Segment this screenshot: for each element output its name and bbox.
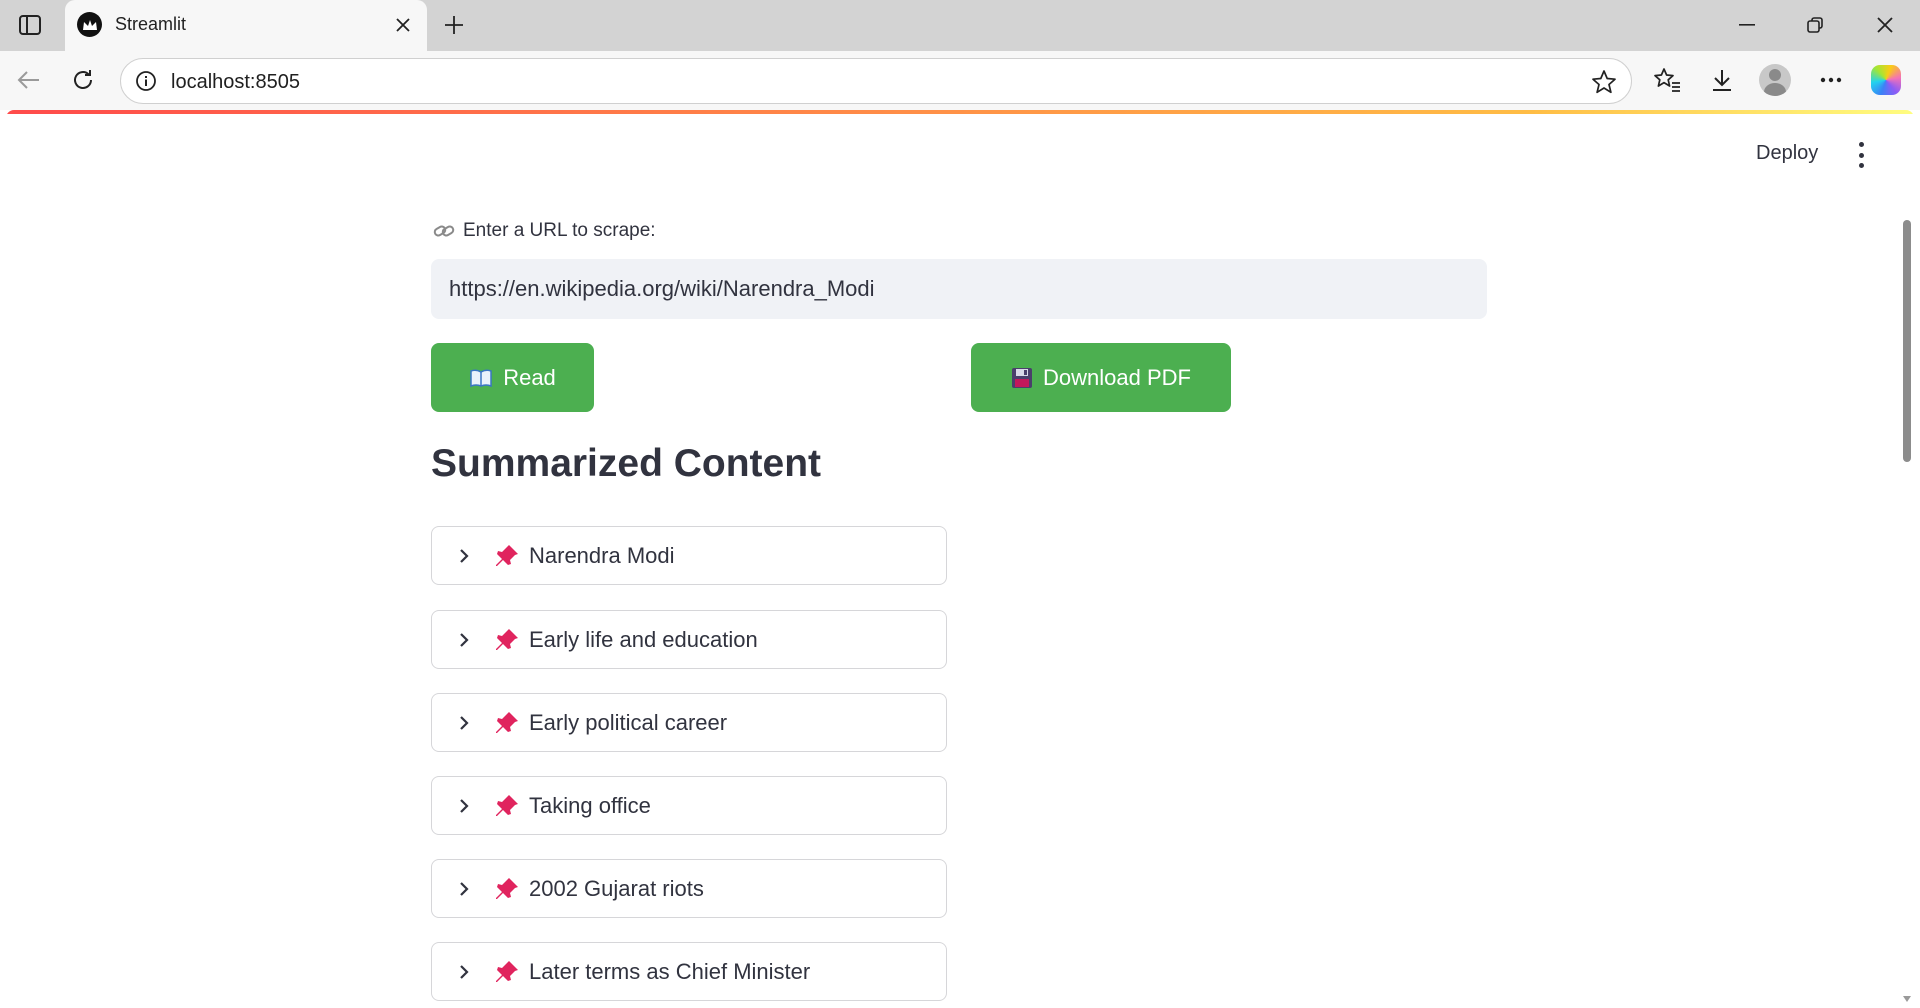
- favorite-star-icon[interactable]: [1591, 69, 1617, 95]
- copilot-logo: [1871, 65, 1901, 95]
- read-button[interactable]: Read: [431, 343, 594, 412]
- pushpin-icon: [496, 712, 518, 733]
- streamlit-crown-icon: [77, 12, 102, 37]
- avatar: [1759, 64, 1791, 96]
- restore-icon[interactable]: [1798, 10, 1832, 40]
- expander-item[interactable]: 2002 Gujarat riots: [431, 859, 947, 918]
- browser-toolbar: localhost:8505: [0, 51, 1920, 110]
- favorites-list-icon[interactable]: [1650, 63, 1684, 97]
- expander-item[interactable]: Early political career: [431, 693, 947, 752]
- close-icon[interactable]: [391, 13, 415, 37]
- header-shadow: [426, 200, 1496, 210]
- more-options-icon[interactable]: [1814, 63, 1848, 97]
- pushpin-icon: [496, 629, 518, 650]
- tab-sidebar-icon[interactable]: [17, 12, 43, 38]
- expander-label: Narendra Modi: [529, 543, 675, 568]
- url-label-text: Enter a URL to scrape:: [463, 220, 656, 241]
- page-scrollbar[interactable]: [1900, 220, 1914, 1004]
- browser-tab[interactable]: Streamlit: [65, 0, 427, 51]
- expander-label: Early life and education: [529, 627, 758, 652]
- expander-item[interactable]: Later terms as Chief Minister: [431, 942, 947, 1001]
- address-bar[interactable]: localhost:8505: [120, 58, 1632, 104]
- open-book-icon: [470, 368, 492, 387]
- expander-label: Later terms as Chief Minister: [529, 959, 811, 984]
- downloads-icon[interactable]: [1705, 63, 1739, 97]
- read-button-label: Read: [503, 364, 556, 390]
- link-icon: [433, 225, 455, 237]
- download-pdf-label: Download PDF: [1043, 364, 1191, 390]
- url-input-label: Enter a URL to scrape:: [433, 220, 656, 242]
- page-viewport: Deploy Enter a URL to scrape: Read Downl…: [6, 110, 1914, 1004]
- pushpin-icon: [496, 961, 518, 982]
- url-input[interactable]: [431, 259, 1487, 319]
- minimize-icon[interactable]: [1730, 10, 1764, 40]
- pushpin-icon: [496, 545, 518, 566]
- download-pdf-button[interactable]: Download PDF: [971, 343, 1231, 412]
- expander-item[interactable]: Narendra Modi: [431, 526, 947, 585]
- header-decoration-bar: [6, 110, 1914, 114]
- address-url: localhost:8505: [171, 71, 300, 93]
- chevron-right-icon: [460, 882, 469, 896]
- browser-tabstrip: Streamlit: [0, 0, 1920, 51]
- copilot-icon[interactable]: [1869, 63, 1903, 97]
- chevron-right-icon: [460, 633, 469, 647]
- expander-label: Taking office: [529, 793, 651, 818]
- pushpin-icon: [496, 795, 518, 816]
- section-title: Summarized Content: [431, 442, 822, 485]
- chevron-right-icon: [460, 549, 469, 563]
- expander-item[interactable]: Early life and education: [431, 610, 947, 669]
- profile-avatar[interactable]: [1758, 63, 1792, 97]
- chevron-right-icon: [460, 965, 469, 979]
- scrollbar-thumb[interactable]: [1903, 220, 1911, 462]
- expander-label: 2002 Gujarat riots: [529, 876, 704, 901]
- window-close-icon[interactable]: [1868, 10, 1902, 40]
- expander-item[interactable]: Taking office: [431, 776, 947, 835]
- floppy-disk-icon: [1012, 367, 1033, 388]
- site-info-icon[interactable]: [135, 70, 157, 92]
- chevron-right-icon: [460, 799, 469, 813]
- new-tab-icon[interactable]: [439, 10, 469, 40]
- reload-icon[interactable]: [66, 63, 100, 97]
- back-arrow-icon[interactable]: [12, 63, 46, 97]
- chevron-right-icon: [460, 716, 469, 730]
- scroll-down-arrow-icon[interactable]: [1903, 996, 1911, 1002]
- pushpin-icon: [496, 878, 518, 899]
- main-menu-icon[interactable]: [1857, 142, 1865, 168]
- tab-title: Streamlit: [115, 14, 187, 34]
- deploy-button[interactable]: Deploy: [1756, 142, 1818, 165]
- expander-label: Early political career: [529, 710, 728, 735]
